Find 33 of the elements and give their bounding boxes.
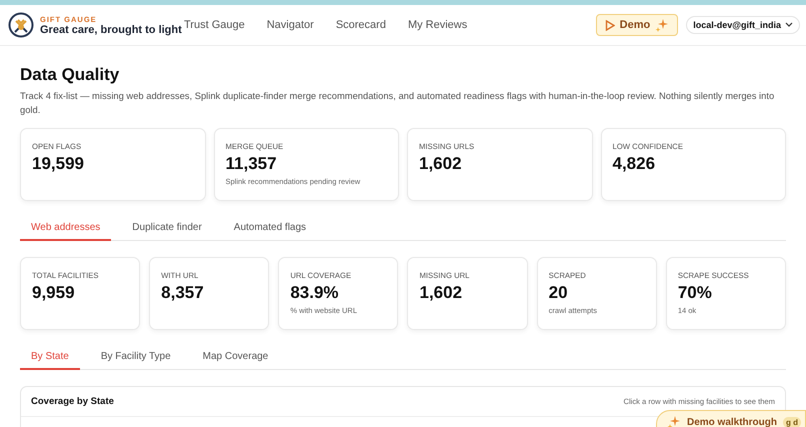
panel-title: Coverage by State [31,396,114,408]
nav-link[interactable]: Navigator [266,19,314,31]
card-value: 4,826 [612,154,656,174]
shortcut-badge: g d [783,416,801,427]
card-value: 83.9% [290,283,339,304]
brand-tagline: Great care, brought to light [40,24,182,36]
tab[interactable]: By State [20,343,80,370]
nav-link[interactable]: My Reviews [408,19,468,31]
tab[interactable]: Duplicate finder [121,214,213,242]
play-icon [604,20,615,30]
tab[interactable]: By Facility Type [90,343,182,370]
card-value: 9,959 [32,283,75,304]
card-value: 1,602 [419,154,462,174]
nav-link[interactable]: Trust Gauge [184,19,245,31]
demo-walkthrough-button[interactable]: Demo walkthrough g d [656,410,806,427]
logo-icon [8,12,34,38]
card-value: 70% [678,283,712,304]
tab[interactable]: Map Coverage [192,343,280,370]
sparkle-icon [655,18,670,32]
card-value: 1,602 [419,283,462,304]
user-menu[interactable]: local-dev@gift_india [686,16,800,34]
card-value: 20 [548,283,568,304]
page-description: Track 4 fix-list — missing web addresses, Splink duplicate-finder merge recommendations, and automated readiness flags with human-in-the-loop review. Nothing silently merges into gold. [20,89,776,116]
sparkle-icon [666,415,681,427]
page-title: Data Quality [20,65,120,85]
tab[interactable]: Web addresses [20,214,112,242]
card-value: 11,357 [226,154,277,174]
card-value: 8,357 [161,283,204,304]
card-value: 19,599 [32,154,84,174]
tab[interactable]: Automated flags [222,214,318,242]
demo-button[interactable]: Demo [596,14,678,36]
nav-link[interactable]: Scorecard [336,19,386,31]
chevron-down-icon [785,22,793,28]
